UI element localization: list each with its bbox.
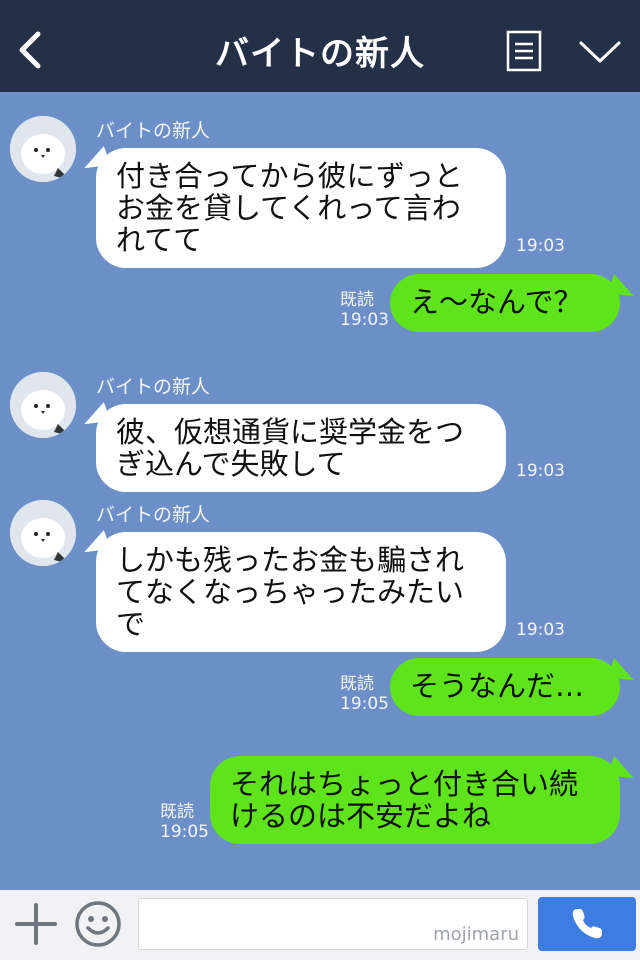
message-time: 19:03 <box>340 310 389 330</box>
read-receipt: 既読 <box>340 674 374 694</box>
sender-name: バイトの新人 <box>96 120 211 142</box>
bird-icon <box>10 500 76 566</box>
message-time: 19:03 <box>516 461 565 481</box>
avatar[interactable] <box>10 372 76 438</box>
message-bubble[interactable]: そうなんだ… <box>390 658 620 716</box>
read-receipt: 既読 <box>160 802 194 822</box>
message-time: 19:03 <box>516 236 565 256</box>
message-bubble[interactable]: しかも残ったお金も騙されてなくなっちゃったみたいで <box>96 532 506 652</box>
notes-icon[interactable] <box>506 30 542 72</box>
bird-icon <box>10 116 76 182</box>
avatar[interactable] <box>10 500 76 566</box>
chat-title: バイトの新人 <box>215 34 425 74</box>
message-bubble[interactable]: それはちょっと付き合い続けるのは不安だよね <box>210 756 620 844</box>
avatar[interactable] <box>10 116 76 182</box>
message-input[interactable]: mojimaru <box>138 898 528 950</box>
phone-icon <box>572 909 602 939</box>
message-time: 19:05 <box>340 694 389 714</box>
chat-area[interactable]: バイトの新人 付き合ってから彼にずっとお金を貸してくれって言われてて 19:03… <box>0 92 640 890</box>
smiley-icon[interactable] <box>74 900 122 948</box>
watermark-text: mojimaru <box>433 924 519 945</box>
plus-icon[interactable] <box>14 902 58 946</box>
sender-name: バイトの新人 <box>96 504 211 526</box>
chat-header: バイトの新人 <box>0 0 640 92</box>
message-time: 19:05 <box>160 822 209 842</box>
call-button[interactable] <box>538 897 636 951</box>
message-bubble[interactable]: え〜なんで？ <box>390 274 620 332</box>
message-time: 19:03 <box>516 620 565 640</box>
message-bubble[interactable]: 彼、仮想通貨に奨学金をつぎ込んで失敗して <box>96 404 506 492</box>
bird-icon <box>10 372 76 438</box>
message-bubble[interactable]: 付き合ってから彼にずっとお金を貸してくれって言われてて <box>96 148 506 268</box>
chevron-down-icon[interactable] <box>578 38 622 66</box>
sender-name: バイトの新人 <box>96 376 211 398</box>
read-receipt: 既読 <box>340 290 374 310</box>
